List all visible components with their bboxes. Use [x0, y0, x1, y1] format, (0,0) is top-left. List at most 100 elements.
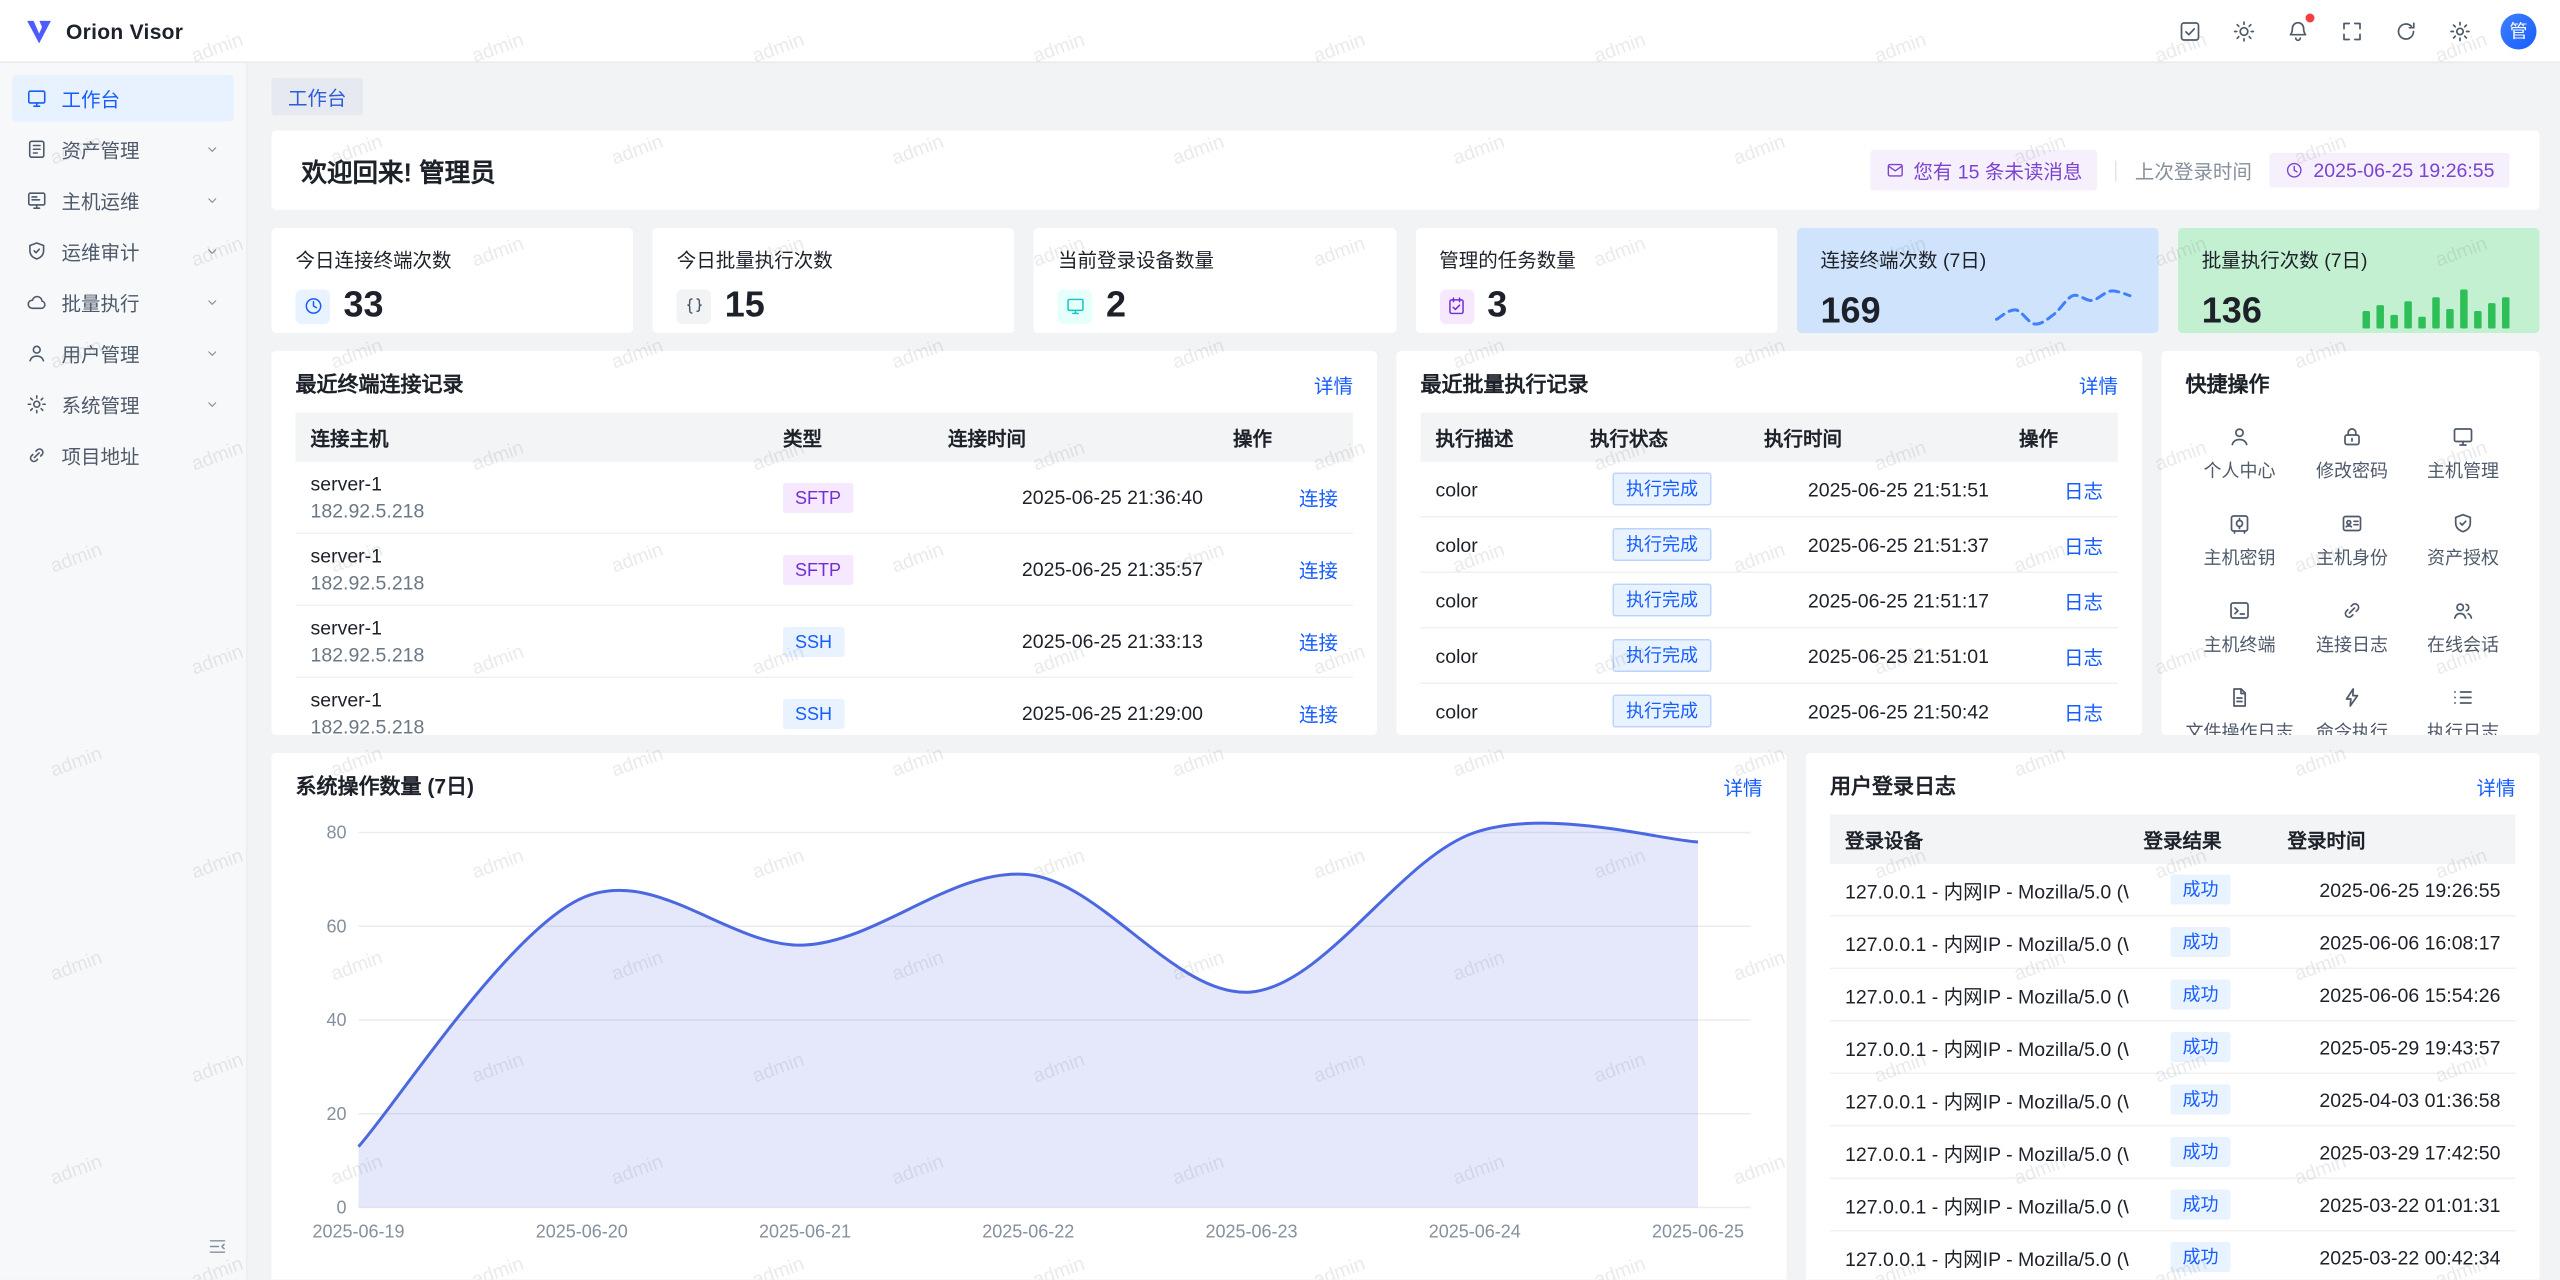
col-header-type: 类型: [768, 413, 933, 463]
login-time: 2025-05-29 19:43:57: [2273, 1021, 2516, 1074]
lock-icon: [2340, 425, 2364, 449]
svg-text:2025-06-22: 2025-06-22: [982, 1222, 1074, 1242]
sidebar-item-assets[interactable]: 资产管理: [12, 126, 234, 173]
system-operations-chart-card: 系统操作数量 (7日) 详情 0204060802025-06-192025-0…: [272, 753, 1787, 1280]
login-device: 127.0.0.1 - 内网IP - Mozilla/5.0 (Windows …: [1830, 1231, 2129, 1280]
login-result-tag: 成功: [2170, 980, 2230, 1010]
sidebar-item-audit[interactable]: 运维审计: [12, 228, 234, 275]
login-result-tag: 成功: [2170, 1137, 2230, 1167]
chart-detail-link[interactable]: 详情: [1723, 772, 1762, 801]
sidebar-item-project-site[interactable]: 项目地址: [12, 432, 234, 479]
sidebar-collapse-button[interactable]: [207, 1236, 228, 1265]
log-link[interactable]: 日志: [2064, 535, 2103, 558]
chevron-down-icon: [204, 243, 221, 260]
idcard-icon: [2340, 512, 2364, 536]
quick-action-asset-authorization[interactable]: 资产授权: [2411, 512, 2516, 571]
quick-action-personal-center[interactable]: 个人中心: [2186, 425, 2294, 484]
user-icon: [2228, 425, 2252, 449]
settings-gear-icon[interactable]: [2447, 17, 2474, 44]
quick-actions-card: 快捷操作 个人中心 修改密码: [2162, 351, 2540, 735]
doc-check-icon[interactable]: [2177, 17, 2204, 44]
log-link[interactable]: 日志: [2064, 479, 2103, 502]
quick-action-label: 连接日志: [2316, 632, 2388, 658]
header-actions: 管: [2177, 13, 2537, 49]
batch-table-body: color 执行完成 2025-06-25 21:51:51 日志 color …: [1421, 462, 2119, 735]
user-avatar[interactable]: 管: [2501, 13, 2537, 49]
quick-action-label: 在线会话: [2427, 632, 2499, 658]
chevron-down-icon: [204, 192, 221, 209]
sidebar-item-workbench[interactable]: 工作台: [12, 75, 234, 122]
sidebar-item-user-mgmt[interactable]: 用户管理: [12, 330, 234, 377]
menu-item-label: 工作台: [62, 84, 121, 113]
notifications-bell-icon[interactable]: [2285, 17, 2312, 44]
notification-badge-dot: [2306, 13, 2315, 22]
sidebar-item-host-ops[interactable]: 主机运维: [12, 177, 234, 224]
quick-action-connection-log[interactable]: 连接日志: [2300, 599, 2405, 658]
log-link[interactable]: 日志: [2064, 590, 2103, 613]
login-result-tag: 成功: [2170, 1242, 2230, 1272]
quick-action-execution-log[interactable]: 执行日志: [2411, 686, 2516, 736]
execution-description: color: [1421, 462, 1576, 517]
batch-detail-link[interactable]: 详情: [2079, 370, 2118, 399]
menu-item-label: 资产管理: [62, 135, 140, 164]
sidebar-menu: 工作台 资产管理 主机运维 运维审计: [0, 63, 246, 495]
col-header-status: 执行状态: [1575, 413, 1749, 463]
quick-action-online-session[interactable]: 在线会话: [2411, 599, 2516, 658]
clock-icon: [2285, 161, 2305, 181]
quick-action-label: 主机管理: [2427, 458, 2499, 484]
sidebar-item-batch-exec[interactable]: 批量执行: [12, 279, 234, 326]
refresh-icon[interactable]: [2393, 17, 2420, 44]
table-row: color 执行完成 2025-06-25 21:51:17 日志: [1421, 572, 2119, 628]
stat-value: 33: [344, 285, 384, 327]
task-calendar-icon: [1439, 289, 1474, 324]
link-icon: [26, 444, 49, 467]
user-login-logs-card: 用户登录日志 详情 登录设备 登录结果 登录时间 12: [1806, 753, 2540, 1280]
stat-label: 管理的任务数量: [1439, 245, 1753, 274]
connect-link[interactable]: 连接: [1299, 488, 1338, 511]
quick-action-host-identity[interactable]: 主机身份: [2300, 512, 2405, 571]
login-device: 127.0.0.1 - 内网IP - Mozilla/5.0 (Windows …: [1830, 1126, 2129, 1179]
clock-icon: [296, 289, 331, 324]
protocol-tag: SSH: [783, 626, 844, 656]
execution-status-tag: 执行完成: [1612, 584, 1711, 617]
theme-toggle-sun-icon[interactable]: [2231, 17, 2258, 44]
execution-status-tag: 执行完成: [1612, 528, 1711, 561]
login-device: 127.0.0.1 - 内网IP - Mozilla/5.0 (Windows …: [1830, 1073, 2129, 1126]
quick-action-command-execution[interactable]: 命令执行: [2300, 686, 2405, 736]
gear-icon: [26, 393, 49, 416]
login-time: 2025-06-25 19:26:55: [2273, 864, 2516, 916]
users-icon: [2451, 599, 2475, 623]
host-name: server-1: [311, 617, 754, 640]
quick-action-host-key[interactable]: 主机密钥: [2186, 512, 2294, 571]
login-detail-link[interactable]: 详情: [2476, 772, 2515, 801]
quick-action-label: 主机终端: [2204, 632, 2276, 658]
log-link[interactable]: 日志: [2064, 646, 2103, 669]
login-device: 127.0.0.1 - 内网IP - Mozilla/5.0 (Windows …: [1830, 968, 2129, 1021]
connect-link[interactable]: 连接: [1299, 704, 1338, 727]
quick-action-host-management[interactable]: 主机管理: [2411, 425, 2516, 484]
connect-link[interactable]: 连接: [1299, 560, 1338, 583]
table-row: server-1 182.92.5.218 SFTP 2025-06-25 21…: [296, 533, 1354, 605]
terminal-detail-link[interactable]: 详情: [1314, 370, 1353, 399]
divider: [2115, 160, 2117, 181]
connect-link[interactable]: 连接: [1299, 632, 1338, 655]
quick-action-change-password[interactable]: 修改密码: [2300, 425, 2405, 484]
fullscreen-icon[interactable]: [2339, 17, 2366, 44]
table-row: 127.0.0.1 - 内网IP - Mozilla/5.0 (Windows …: [1830, 1021, 2516, 1074]
svg-text:2025-06-23: 2025-06-23: [1205, 1222, 1297, 1242]
log-link[interactable]: 日志: [2064, 701, 2103, 724]
sidebar-item-system-mgmt[interactable]: 系统管理: [12, 381, 234, 428]
top-header: Orion Visor 管: [0, 0, 2560, 63]
quick-action-label: 主机身份: [2316, 545, 2388, 571]
quick-action-host-terminal[interactable]: 主机终端: [2186, 599, 2294, 658]
unread-messages-tag[interactable]: 您有 15 条未读消息: [1870, 150, 2098, 191]
monitor-icon: [26, 87, 49, 110]
table-row: 127.0.0.1 - 内网IP - Mozilla/5.0 (Windows …: [1830, 968, 2516, 1021]
table-row: server-1 182.92.5.218 SSH 2025-06-25 21:…: [296, 677, 1354, 735]
col-header-desc: 执行描述: [1421, 413, 1576, 463]
panel-title: 用户登录日志: [1830, 771, 1956, 801]
monitor-icon: [2451, 425, 2475, 449]
quick-action-label: 个人中心: [2204, 458, 2276, 484]
breadcrumb[interactable]: 工作台: [272, 78, 364, 116]
quick-action-file-operation-log[interactable]: 文件操作日志: [2186, 686, 2294, 736]
